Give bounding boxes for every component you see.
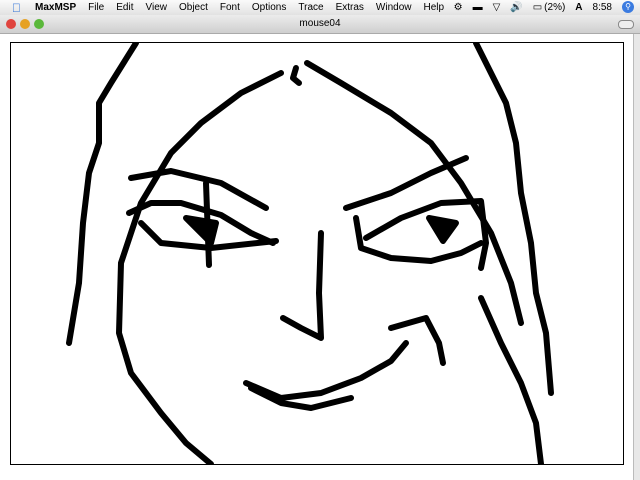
hair-right-stroke xyxy=(473,43,554,396)
display-icon[interactable]: ▬ xyxy=(473,2,483,13)
nose-stroke xyxy=(280,230,324,341)
hair-left-stroke xyxy=(66,43,139,346)
menu-view[interactable]: View xyxy=(145,2,167,13)
face-right-outline xyxy=(304,60,524,326)
menu-trace[interactable]: Trace xyxy=(298,2,323,13)
right-eye-lower xyxy=(353,215,484,264)
right-pupil xyxy=(426,215,459,244)
menu-file[interactable]: File xyxy=(88,2,104,13)
script-menu-icon[interactable]: ⚙ xyxy=(454,2,463,13)
zoom-button[interactable] xyxy=(34,19,44,29)
drawing-canvas[interactable] xyxy=(10,42,624,465)
hair-part-stroke xyxy=(290,65,302,86)
battery-percent[interactable]: (2%) xyxy=(544,2,565,13)
window-titlebar[interactable]: mouse04 xyxy=(0,15,640,34)
menu-help[interactable]: Help xyxy=(424,2,445,13)
close-button[interactable] xyxy=(6,19,16,29)
toolbar-toggle-button[interactable] xyxy=(618,20,634,29)
wifi-icon[interactable]: ▽ xyxy=(493,2,501,13)
menu-edit[interactable]: Edit xyxy=(116,2,133,13)
face-left-outline xyxy=(116,70,284,464)
clock[interactable]: 8:58 xyxy=(593,2,612,13)
battery-icon[interactable]: ▭ xyxy=(533,2,542,13)
spotlight-icon[interactable]: ⚲ xyxy=(622,1,634,13)
apple-menu-icon[interactable]:  xyxy=(12,1,21,15)
mouth-upper xyxy=(243,340,409,401)
window-title: mouse04 xyxy=(299,18,341,29)
window-resize-edge[interactable] xyxy=(633,34,640,480)
left-pupil xyxy=(183,215,219,246)
patcher-window xyxy=(0,34,640,480)
volume-icon[interactable]: 🔊 xyxy=(510,2,522,13)
menu-bar:  MaxMSP File Edit View Object Font Opti… xyxy=(0,0,640,16)
menu-options[interactable]: Options xyxy=(252,2,286,13)
menu-window[interactable]: Window xyxy=(376,2,412,13)
minimize-button[interactable] xyxy=(20,19,30,29)
jaw-right-stroke xyxy=(478,295,544,464)
face-drawing xyxy=(66,43,554,464)
menu-font[interactable]: Font xyxy=(220,2,240,13)
menu-app[interactable]: MaxMSP xyxy=(35,2,76,13)
menu-extras[interactable]: Extras xyxy=(336,2,364,13)
menu-object[interactable]: Object xyxy=(179,2,208,13)
input-menu[interactable]: A xyxy=(575,2,582,13)
